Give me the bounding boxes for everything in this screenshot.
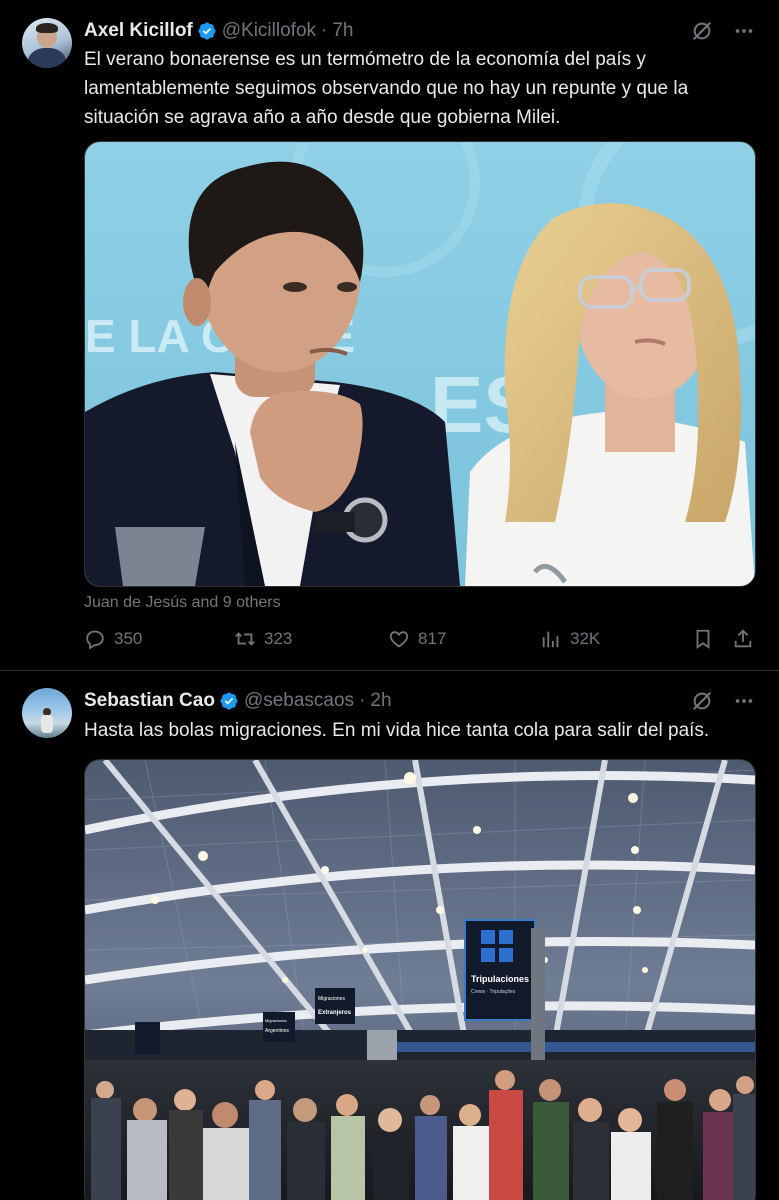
repost-count: 323 — [264, 629, 293, 648]
sign-migraciones: Migraciones — [318, 996, 345, 1002]
header-actions — [691, 20, 755, 42]
tweet[interactable]: Axel Kicillof @Kicillofok · 7h El verano… — [0, 0, 779, 671]
photo-airport-terminal: Tripulaciones Crews · Tripulações Migrac… — [85, 760, 755, 1200]
avatar[interactable] — [22, 688, 72, 738]
repost-icon — [235, 632, 255, 646]
reply-count: 350 — [114, 629, 143, 648]
reply-button[interactable]: 350 — [84, 628, 142, 650]
repost-button[interactable]: 323 — [234, 628, 292, 650]
views-count: 32K — [570, 629, 601, 648]
sign-migraciones-2: Migraciones — [265, 1018, 287, 1023]
tweet[interactable]: Sebastian Cao @sebascaos · 2h Hasta las … — [0, 671, 779, 1200]
sign-extranjeros: Extranjeros — [318, 1010, 352, 1016]
tweet-header: Sebastian Cao @sebascaos · 2h — [84, 688, 392, 714]
sign-title: Tripulaciones — [471, 974, 529, 984]
reply-icon — [86, 630, 104, 650]
share-icon — [734, 629, 752, 648]
views-button[interactable]: 32K — [540, 628, 600, 650]
author-name[interactable]: Axel Kicillof — [84, 20, 193, 42]
tagged-people[interactable]: Juan de Jesús and 9 others — [84, 594, 281, 612]
like-icon — [389, 631, 409, 648]
avatar[interactable] — [22, 18, 72, 68]
verified-badge-icon — [198, 22, 216, 40]
post-time[interactable]: 7h — [332, 20, 353, 42]
tweet-photo[interactable]: E LA CIA DE ES — [84, 141, 756, 587]
tweet-header: Axel Kicillof @Kicillofok · 7h — [84, 18, 353, 44]
share-button[interactable] — [732, 628, 754, 650]
sign-argentinos: Argentinos — [265, 1028, 289, 1034]
header-actions — [691, 690, 755, 712]
photo-press-conference: E LA CIA DE ES — [85, 142, 755, 586]
separator-dot: · — [359, 690, 366, 711]
more-icon[interactable] — [733, 20, 755, 42]
separator-dot: · — [321, 20, 328, 41]
post-time[interactable]: 2h — [370, 690, 391, 712]
verified-badge-icon — [220, 692, 238, 710]
like-button[interactable]: 817 — [388, 628, 446, 650]
views-icon — [542, 631, 559, 648]
sign-subtitle: Crews · Tripulações — [471, 989, 516, 995]
bookmark-icon — [696, 629, 710, 650]
tweet-photo[interactable]: Tripulaciones Crews · Tripulações Migrac… — [84, 759, 756, 1200]
author-name[interactable]: Sebastian Cao — [84, 690, 215, 712]
tweet-text: Hasta las bolas migraciones. En mi vida … — [84, 720, 710, 741]
bookmark-button[interactable] — [692, 628, 714, 650]
author-handle[interactable]: @Kicillofok — [222, 20, 316, 42]
tweet-text: El verano bonaerense es un termómetro de… — [84, 49, 689, 128]
like-count: 817 — [418, 629, 447, 648]
tweet-actions: 350 323 817 32K — [84, 628, 754, 658]
grok-icon[interactable] — [691, 690, 713, 712]
timeline-feed: Axel Kicillof @Kicillofok · 7h El verano… — [0, 0, 779, 1200]
more-icon[interactable] — [733, 690, 755, 712]
grok-icon[interactable] — [691, 20, 713, 42]
author-handle[interactable]: @sebascaos — [244, 690, 354, 712]
